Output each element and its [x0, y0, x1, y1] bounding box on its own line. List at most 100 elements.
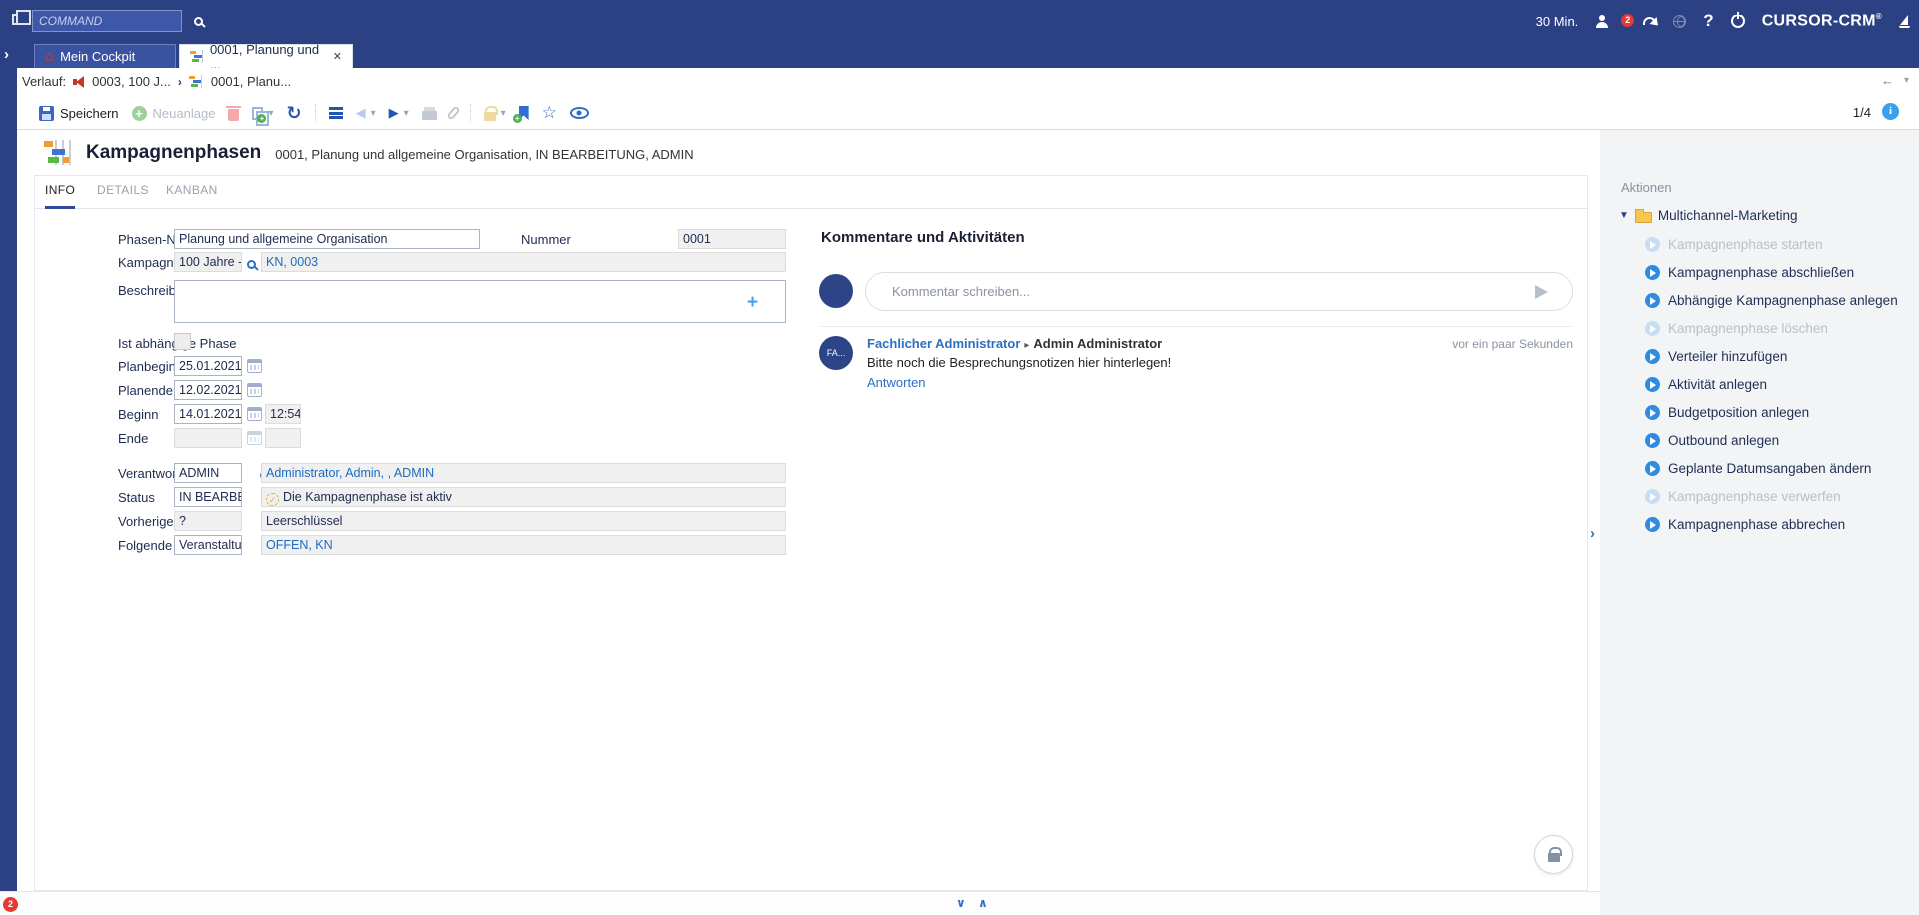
comments-heading: Kommentare und Aktivitäten: [821, 229, 1025, 246]
left-edge-strip: [0, 68, 17, 891]
beginn-calendar-icon[interactable]: [247, 407, 262, 421]
play-icon: [1645, 293, 1660, 308]
comment-reply-link[interactable]: Antworten: [867, 375, 926, 390]
record-card: INFO DETAILS KANBAN Phasen-Name Kampagne…: [34, 175, 1588, 891]
move-cross-icon[interactable]: +: [747, 292, 758, 314]
print-icon[interactable]: [422, 111, 437, 120]
previous-record-icon[interactable]: ◀: [356, 105, 366, 121]
toolbar-divider: [315, 104, 316, 122]
new-record-button[interactable]: Neuanlage: [153, 106, 216, 121]
command-input[interactable]: COMMAND: [32, 10, 182, 32]
history-back-icon[interactable]: ←: [1881, 73, 1894, 88]
comment-author-link[interactable]: Fachlicher Administrator: [867, 336, 1020, 351]
ende-zeit-field: [265, 428, 301, 448]
actions-group[interactable]: ▼ Multichannel-Marketing: [1619, 208, 1797, 223]
sidebar-expand-icon[interactable]: ›: [4, 46, 9, 64]
lock-fab-button[interactable]: [1534, 835, 1573, 874]
action-kampagnenphase-abschliessen[interactable]: Kampagnenphase abschließen: [1645, 265, 1854, 280]
next-record-icon[interactable]: ▶: [389, 105, 399, 121]
play-icon: [1645, 405, 1660, 420]
save-button[interactable]: Speichern: [60, 106, 119, 121]
action-label: Kampagnenphase starten: [1668, 237, 1823, 252]
collapse-up-icon[interactable]: ∧: [978, 896, 988, 910]
phasen-name-input[interactable]: Planung und allgemeine Organisation: [174, 229, 480, 249]
globe-icon[interactable]: [1673, 15, 1686, 28]
next-dropdown-icon[interactable]: ▾: [404, 108, 409, 119]
action-label: Verteiler hinzufügen: [1668, 349, 1787, 364]
lock-icon: [1548, 853, 1560, 862]
ist-abhaengige-phase-checkbox[interactable]: [174, 333, 191, 350]
top-navigation-bar: COMMAND 30 Min. 2 ? CURSOR-CRM®: [0, 0, 1919, 42]
tab-info[interactable]: INFO: [45, 183, 75, 209]
tab-kanban[interactable]: KANBAN: [166, 183, 218, 206]
play-icon: [1645, 321, 1660, 336]
logout-icon[interactable]: [1731, 14, 1745, 28]
delete-icon[interactable]: [228, 109, 239, 121]
kampagne-link-field[interactable]: KN, 0003: [261, 252, 786, 272]
lock-dropdown-icon[interactable]: ▾: [501, 108, 506, 119]
status-active-icon: ✓: [266, 493, 279, 506]
save-icon[interactable]: [39, 106, 54, 121]
collapse-down-icon[interactable]: ∨: [956, 896, 966, 910]
tab-kampagnenphase[interactable]: 0001, Planung und ... ✕: [179, 44, 353, 68]
breadcrumb-separator-icon: ›: [178, 75, 182, 89]
history-dropdown-icon[interactable]: ▾: [1904, 75, 1909, 86]
verantwortlich-key-input[interactable]: ADMIN: [174, 463, 242, 483]
tree-collapse-icon[interactable]: ▼: [1619, 210, 1629, 221]
tab-details[interactable]: DETAILS: [97, 183, 149, 206]
planende-input[interactable]: 12.02.2021: [174, 380, 242, 400]
previous-dropdown-icon[interactable]: ▾: [371, 108, 376, 119]
info-icon[interactable]: i: [1882, 103, 1899, 120]
comments-divider: [819, 326, 1573, 327]
menu-icon[interactable]: [329, 107, 343, 119]
folgende-phase-key-input[interactable]: Veranstaltu: [174, 535, 242, 555]
record-toolbar: Speichern + Neuanlage ▾ ↻ ◀ ▾ ▶ ▾ ▾ + ☆ …: [17, 97, 1919, 130]
action-kampagnenphase-abbrechen[interactable]: Kampagnenphase abbrechen: [1645, 517, 1845, 532]
action-outbound-anlegen[interactable]: Outbound anlegen: [1645, 433, 1779, 448]
app-cube-icon[interactable]: [12, 14, 23, 25]
footer-bar: ∨ ∧: [0, 891, 1600, 915]
folgende-phase-link-field[interactable]: OFFEN, KN: [261, 535, 786, 555]
watch-eye-icon[interactable]: [570, 107, 589, 119]
breadcrumb-item-phase[interactable]: 0001, Planu...: [211, 74, 291, 89]
user-icon[interactable]: [1595, 15, 1609, 28]
new-record-icon[interactable]: +: [132, 106, 147, 121]
planbeginn-input[interactable]: 25.01.2021: [174, 356, 242, 376]
tab-close-icon[interactable]: ✕: [333, 50, 342, 63]
help-icon[interactable]: ?: [1703, 11, 1713, 31]
panel-expander-icon[interactable]: ›: [1590, 525, 1595, 542]
beginn-datum-input[interactable]: 14.01.2021: [174, 404, 242, 424]
action-verteiler-hinzufuegen[interactable]: Verteiler hinzufügen: [1645, 349, 1787, 364]
action-label: Kampagnenphase abbrechen: [1668, 517, 1845, 532]
planbeginn-calendar-icon[interactable]: [247, 359, 262, 373]
attachment-icon[interactable]: [446, 105, 460, 120]
brand-logo: CURSOR-CRM®: [1762, 12, 1882, 30]
favorite-star-icon[interactable]: ☆: [542, 105, 557, 121]
action-abhaengige-kampagnenphase-anlegen[interactable]: Abhängige Kampagnenphase anlegen: [1645, 293, 1898, 308]
status-text: Die Kampagnenphase ist aktiv: [283, 490, 452, 504]
lock-icon[interactable]: [484, 112, 496, 121]
kampagnenphase-entity-icon: [44, 140, 72, 165]
action-aktivitaet-anlegen[interactable]: Aktivität anlegen: [1645, 377, 1767, 392]
breadcrumb-item-campaign[interactable]: 0003, 100 J...: [92, 74, 171, 89]
send-comment-icon[interactable]: [1535, 285, 1548, 299]
status-key-input[interactable]: IN BEARBEI: [174, 487, 242, 507]
field-label-ende: Ende: [118, 431, 148, 446]
tab-mein-cockpit[interactable]: ⌂ Mein Cockpit: [34, 44, 176, 68]
planende-calendar-icon[interactable]: [247, 383, 262, 397]
status-text-field: ✓ Die Kampagnenphase ist aktiv: [261, 487, 786, 507]
action-label: Kampagnenphase verwerfen: [1668, 489, 1841, 504]
bookmark-add-icon[interactable]: +: [519, 106, 529, 120]
search-icon[interactable]: [194, 17, 203, 26]
beschreibung-textarea[interactable]: [174, 280, 786, 323]
action-budgetposition-anlegen[interactable]: Budgetposition anlegen: [1645, 405, 1809, 420]
comment-input[interactable]: Kommentar schreiben...: [865, 272, 1573, 311]
action-geplante-datumsangaben-aendern[interactable]: Geplante Datumsangaben ändern: [1645, 461, 1871, 476]
copy-record-icon[interactable]: [252, 107, 263, 120]
kampagne-lookup-icon[interactable]: [247, 260, 256, 269]
redo-icon[interactable]: [1643, 17, 1656, 25]
refresh-icon[interactable]: ↻: [286, 105, 301, 121]
verantwortlich-link-field[interactable]: Administrator, Admin, , ADMIN: [261, 463, 786, 483]
error-count-badge[interactable]: 2: [3, 897, 18, 912]
field-label-kampagne: Kampagne: [118, 255, 181, 270]
